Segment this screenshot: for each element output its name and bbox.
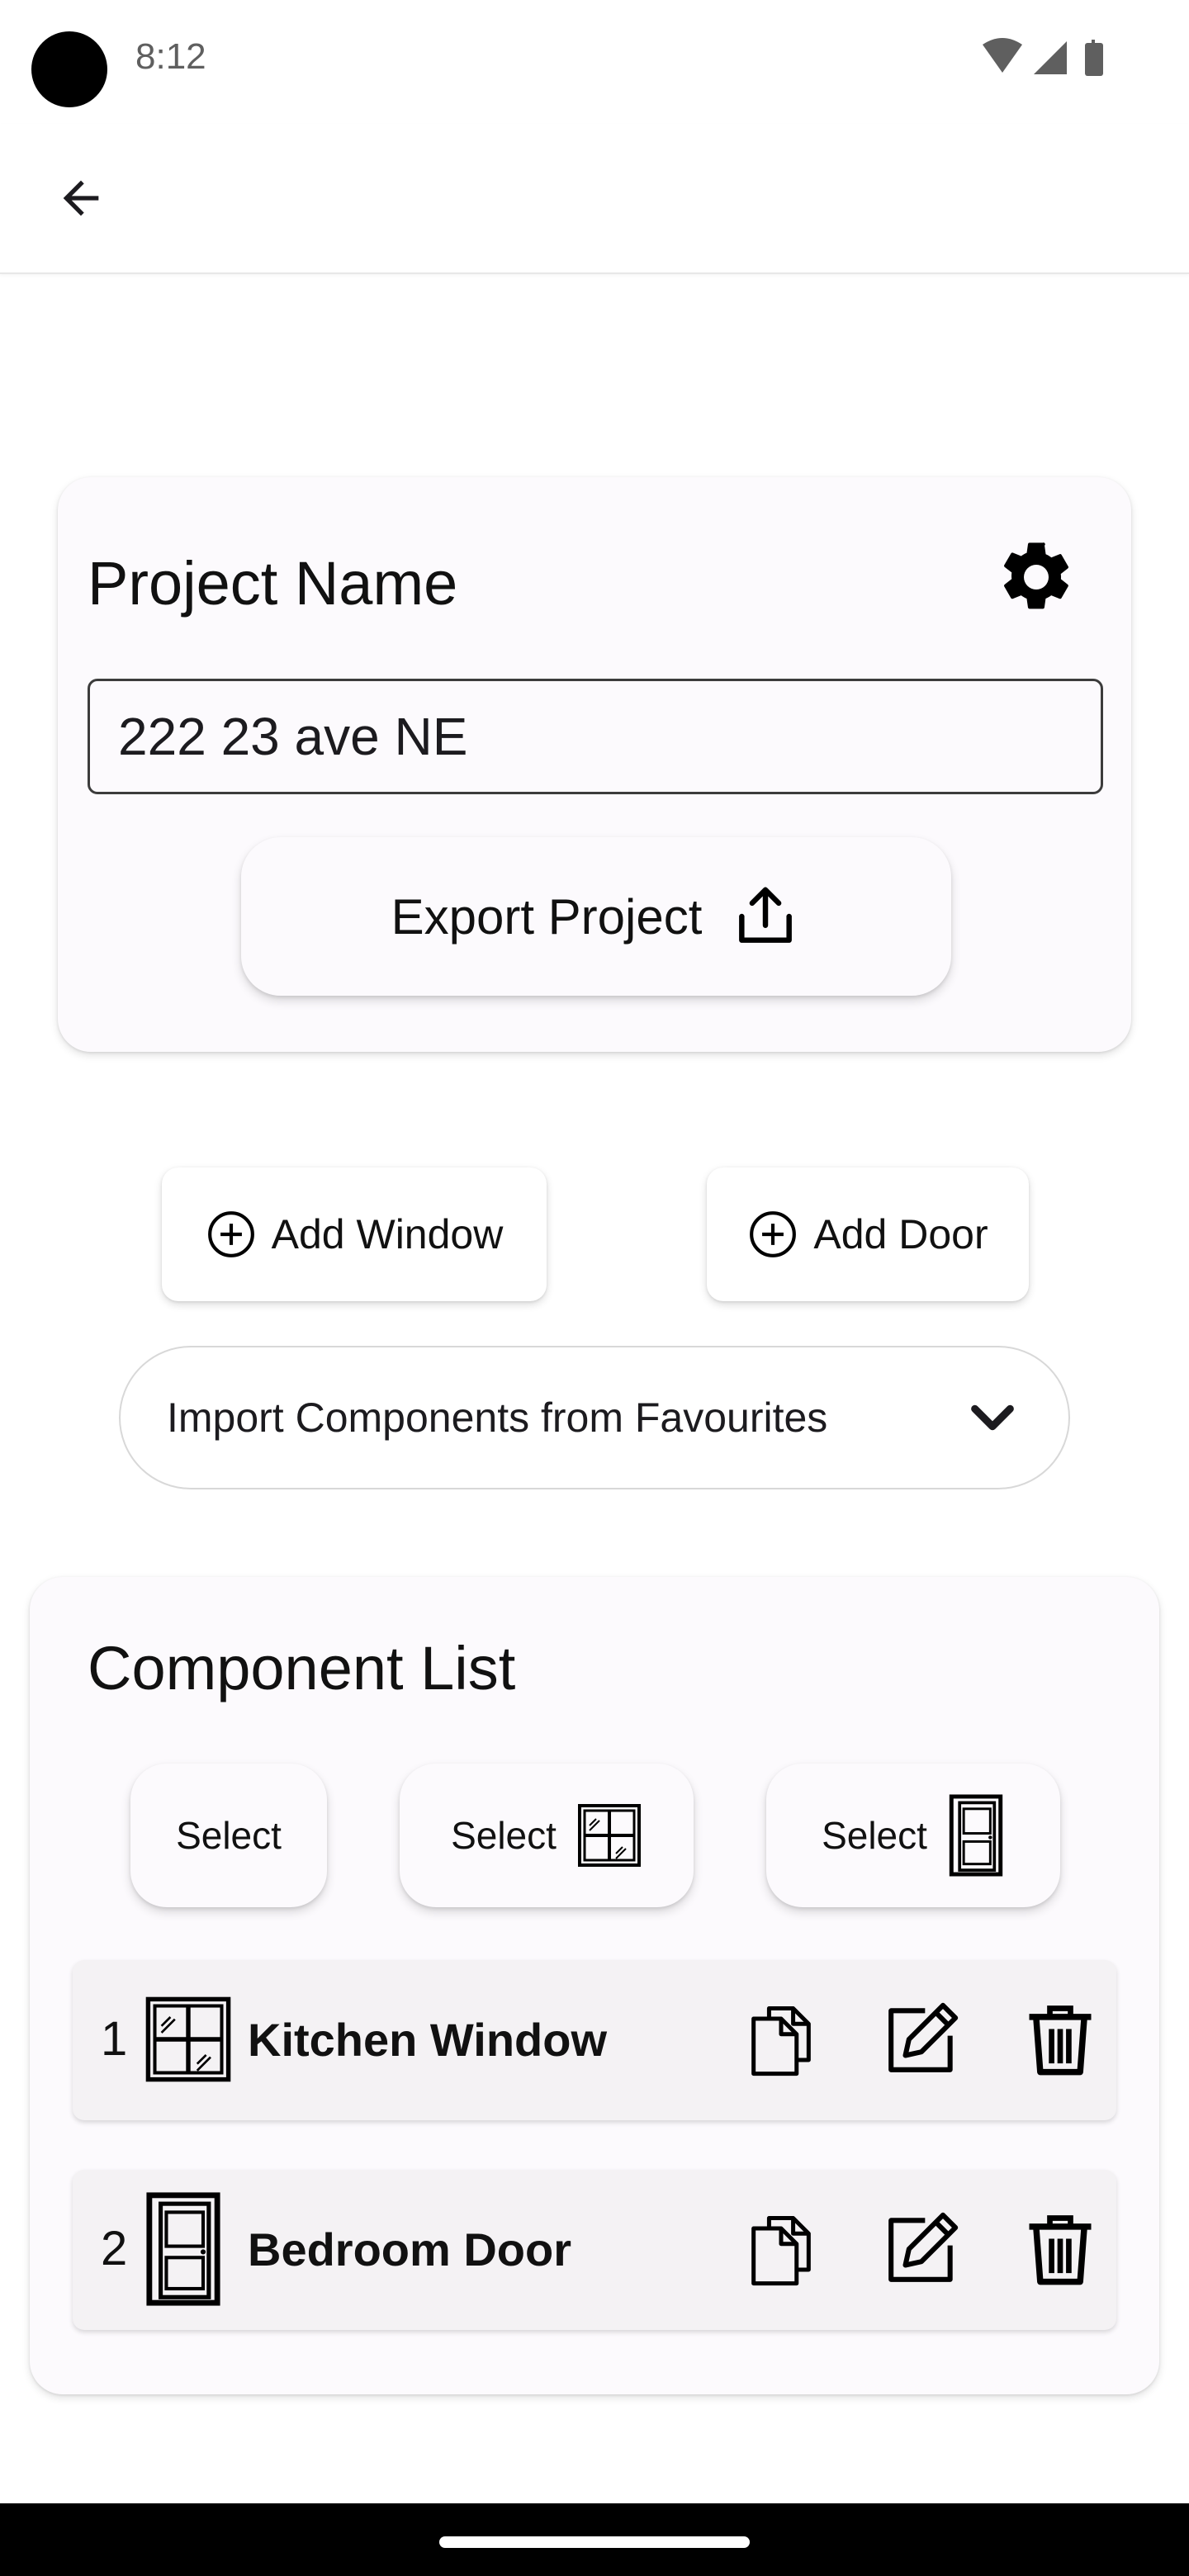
component-name: Bedroom Door <box>248 2223 571 2275</box>
status-time: 8:12 <box>135 36 206 77</box>
component-index: 2 <box>101 2222 128 2275</box>
add-door-button[interactable]: Add Door <box>707 1167 1029 1301</box>
settings-button[interactable] <box>986 527 1087 627</box>
door-icon <box>949 1794 1003 1877</box>
select-windows-label: Select <box>451 1814 557 1857</box>
export-label: Export Project <box>391 888 703 945</box>
delete-button[interactable] <box>1012 1991 1108 2087</box>
component-row[interactable]: 1 Kitchen Window <box>73 1960 1116 2120</box>
import-dropdown-label: Import Components from Favourites <box>167 1395 828 1441</box>
battery-icon <box>1085 40 1103 76</box>
copy-icon <box>751 2006 811 2076</box>
plus-circle-icon <box>750 1211 797 1257</box>
component-list-card: Component List Select Select Select 1 Ki… <box>30 1577 1159 2394</box>
select-windows-button[interactable]: Select <box>400 1764 694 1907</box>
trash-icon <box>1029 2215 1092 2285</box>
edit-icon <box>888 2212 959 2282</box>
copy-icon <box>751 2216 811 2286</box>
add-window-button[interactable]: Add Window <box>162 1167 547 1301</box>
component-list-title: Component List <box>88 1634 516 1702</box>
select-doors-label: Select <box>822 1814 927 1857</box>
share-upload-icon <box>739 887 793 943</box>
signal-icon <box>1034 41 1067 74</box>
delete-button[interactable] <box>1012 2201 1108 2297</box>
home-indicator[interactable] <box>439 2536 750 2548</box>
component-index: 1 <box>101 2012 128 2066</box>
copy-button[interactable] <box>733 2201 829 2297</box>
edit-button[interactable] <box>874 2201 969 2297</box>
chevron-down-icon <box>971 1404 1014 1431</box>
arrow-left-icon <box>63 180 99 216</box>
select-doors-button[interactable]: Select <box>766 1764 1060 1907</box>
select-all-label: Select <box>176 1814 282 1857</box>
status-icons <box>978 36 1123 79</box>
window-icon <box>145 1996 231 2082</box>
status-bar: 8:12 <box>0 0 1189 124</box>
component-name: Kitchen Window <box>248 2014 608 2066</box>
project-title: Project Name <box>88 549 458 618</box>
component-row[interactable]: 2 Bedroom Door <box>73 2170 1116 2330</box>
edit-icon <box>888 2002 959 2072</box>
door-icon <box>146 2192 220 2306</box>
trash-icon <box>1029 2005 1092 2076</box>
window-icon <box>577 1804 641 1867</box>
select-all-button[interactable]: Select <box>130 1764 327 1907</box>
camera-cutout <box>31 31 107 107</box>
project-name-input[interactable] <box>88 679 1103 794</box>
import-favourites-dropdown[interactable]: Import Components from Favourites <box>119 1346 1070 1489</box>
export-project-button[interactable]: Export Project <box>241 837 951 996</box>
add-door-label: Add Door <box>813 1211 988 1257</box>
add-window-label: Add Window <box>271 1211 504 1257</box>
wifi-icon <box>983 38 1022 73</box>
app-bar <box>0 124 1189 274</box>
plus-circle-icon <box>207 1211 254 1257</box>
copy-button[interactable] <box>733 1991 829 2087</box>
project-card: Project Name Export Project <box>58 477 1131 1052</box>
gear-icon <box>1004 542 1068 609</box>
back-button[interactable] <box>43 160 119 236</box>
edit-button[interactable] <box>874 1991 969 2087</box>
